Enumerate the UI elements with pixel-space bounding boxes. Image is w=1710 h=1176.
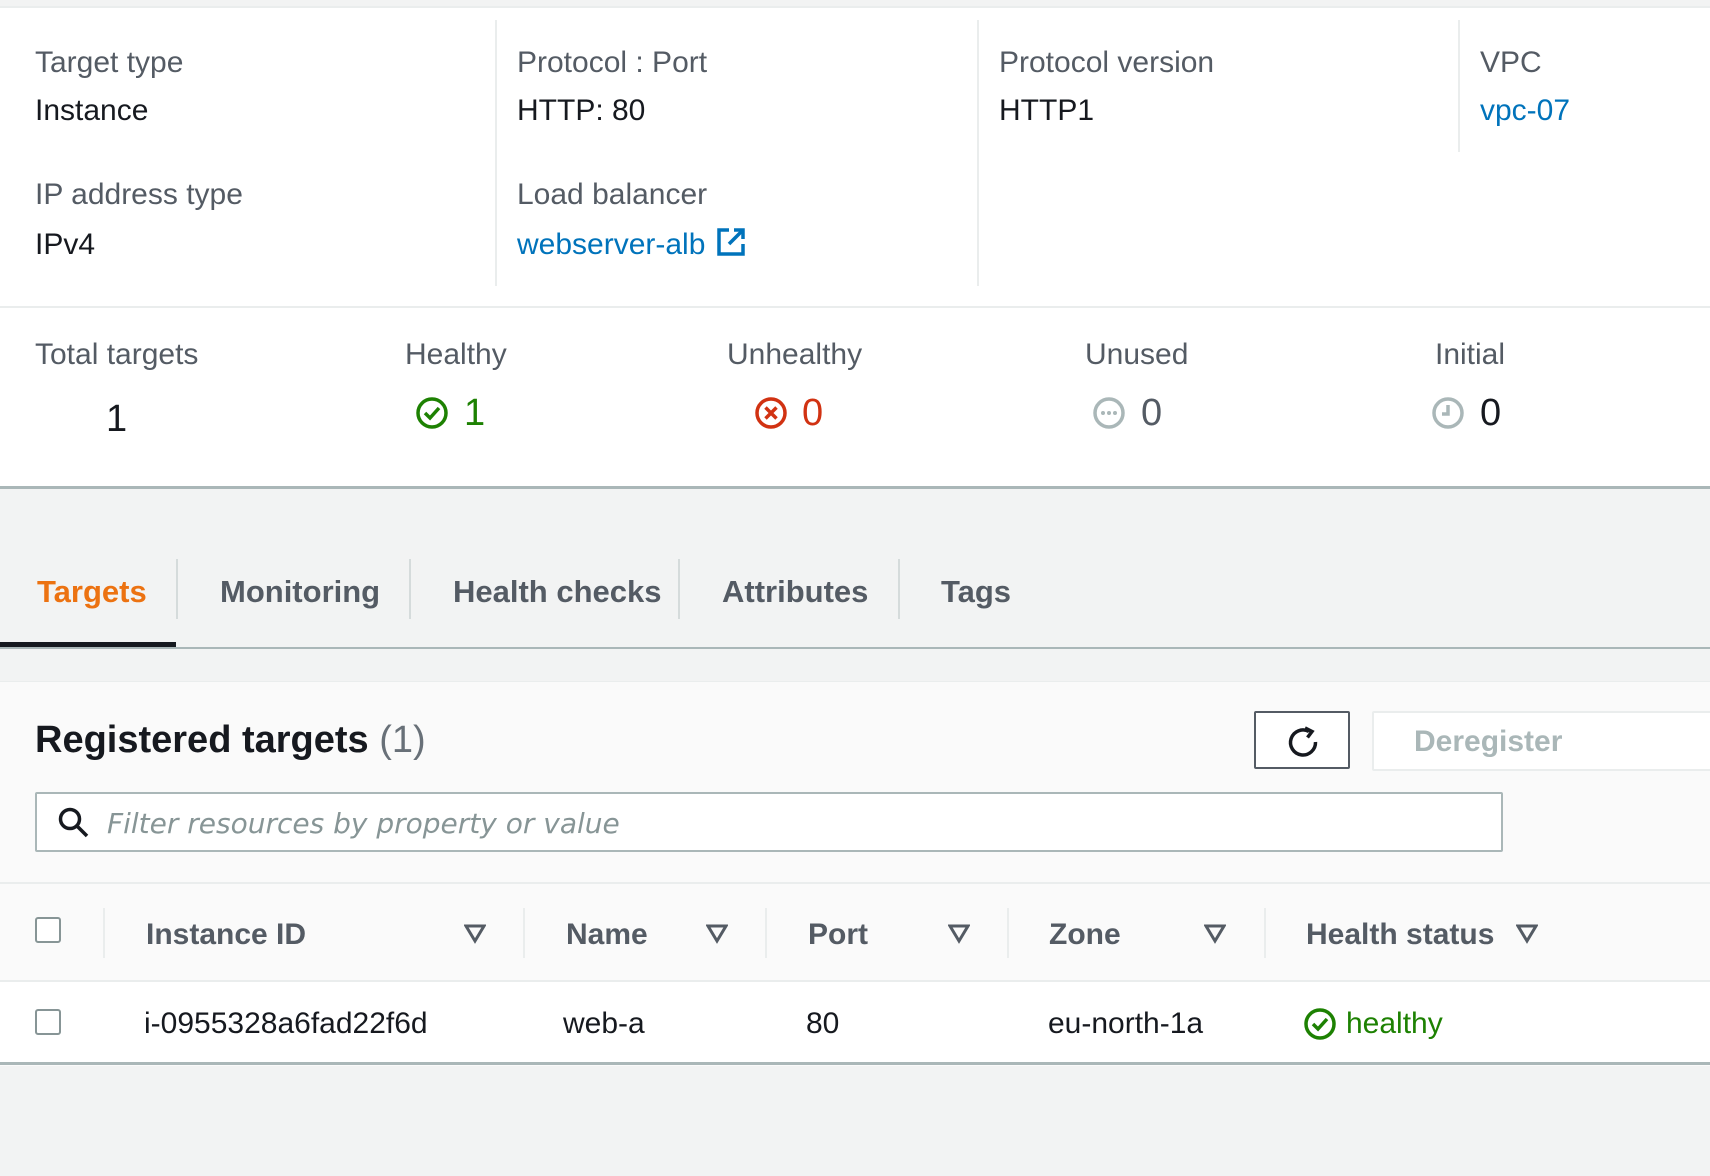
protocol-version-label: Protocol version [999, 46, 1215, 79]
unhealthy-value: 0 [802, 392, 824, 434]
x-circle-icon [754, 396, 788, 430]
tab-divider [409, 559, 411, 619]
clock-icon [1431, 396, 1465, 430]
tab-divider [176, 559, 178, 619]
column-divider [765, 908, 767, 958]
tabs-baseline [0, 647, 1710, 649]
instance-id-link[interactable]: i-0955328a6fad22f6d [144, 1007, 428, 1041]
protocol-version-value: HTTP1 [999, 94, 1095, 127]
search-icon [57, 806, 91, 845]
initial-label: Initial [1435, 338, 1506, 371]
sort-icon[interactable] [705, 924, 729, 949]
initial-value: 0 [1480, 392, 1502, 434]
registered-targets-count: (1) [379, 719, 426, 761]
active-tab-indicator [0, 642, 176, 647]
load-balancer-name[interactable]: webserver-alb [517, 228, 705, 262]
column-header-zone[interactable]: Zone [1049, 918, 1121, 952]
ellipsis-circle-icon [1092, 396, 1126, 430]
column-divider [523, 908, 525, 958]
healthy-label: Healthy [405, 338, 507, 371]
tab-tags[interactable]: Tags [941, 574, 1011, 610]
load-balancer-link[interactable]: webserver-alb [517, 226, 747, 263]
search-input[interactable] [105, 802, 1489, 844]
tab-health-checks[interactable]: Health checks [453, 574, 662, 610]
tab-monitoring[interactable]: Monitoring [220, 574, 380, 610]
instance-name: web-a [563, 1007, 645, 1040]
external-link-icon[interactable] [715, 226, 747, 263]
column-divider [1264, 908, 1266, 958]
load-balancer-label: Load balancer [517, 178, 708, 211]
registered-targets-title: Registered targets [35, 719, 369, 761]
select-all-checkbox[interactable] [35, 917, 61, 943]
column-header-name[interactable]: Name [566, 918, 648, 952]
tab-divider [898, 559, 900, 619]
vpc-label: VPC [1480, 46, 1542, 79]
section-divider [0, 486, 1710, 489]
total-targets-value: 1 [106, 398, 128, 440]
ip-address-type-value: IPv4 [35, 228, 96, 261]
healthy-value: 1 [464, 392, 486, 434]
refresh-icon[interactable] [1285, 724, 1321, 765]
column-divider [495, 20, 497, 286]
row-checkbox[interactable] [35, 1009, 61, 1035]
target-type-value: Instance [35, 94, 149, 127]
instance-port: 80 [806, 1007, 840, 1040]
column-divider [977, 20, 979, 286]
unused-value: 0 [1141, 392, 1163, 434]
sort-icon[interactable] [1515, 924, 1539, 949]
column-header-port[interactable]: Port [808, 918, 868, 952]
tab-targets[interactable]: Targets [37, 574, 147, 610]
protocol-port-label: Protocol : Port [517, 46, 708, 79]
vpc-link[interactable]: vpc-07 [1480, 94, 1570, 128]
ip-address-type-label: IP address type [35, 178, 243, 211]
column-header-health-status[interactable]: Health status [1306, 918, 1494, 952]
table-bottom-border [0, 1062, 1710, 1065]
column-divider [1458, 20, 1460, 152]
sort-icon[interactable] [463, 924, 487, 949]
unhealthy-label: Unhealthy [727, 338, 863, 371]
column-divider [103, 908, 105, 958]
check-circle-icon [1303, 1007, 1337, 1046]
column-divider [1007, 908, 1009, 958]
tab-attributes[interactable]: Attributes [722, 574, 868, 610]
deregister-label: Deregister [1414, 725, 1563, 758]
registered-targets-heading: Registered targets (1) [35, 719, 426, 762]
refresh-button[interactable] [1254, 711, 1350, 769]
target-type-label: Target type [35, 46, 184, 79]
column-header-instance-id[interactable]: Instance ID [146, 918, 306, 952]
tab-divider [678, 559, 680, 619]
deregister-button[interactable]: Deregister [1372, 711, 1710, 771]
total-targets-label: Total targets [35, 338, 199, 371]
check-circle-icon [415, 396, 449, 430]
target-group-details [0, 8, 1710, 308]
health-status-badge: healthy [1346, 1007, 1443, 1040]
unused-label: Unused [1085, 338, 1189, 371]
instance-zone: eu-north-1a [1048, 1007, 1204, 1040]
protocol-port-value: HTTP: 80 [517, 94, 646, 127]
sort-icon[interactable] [947, 924, 971, 949]
filter-search[interactable] [35, 792, 1503, 852]
sort-icon[interactable] [1203, 924, 1227, 949]
